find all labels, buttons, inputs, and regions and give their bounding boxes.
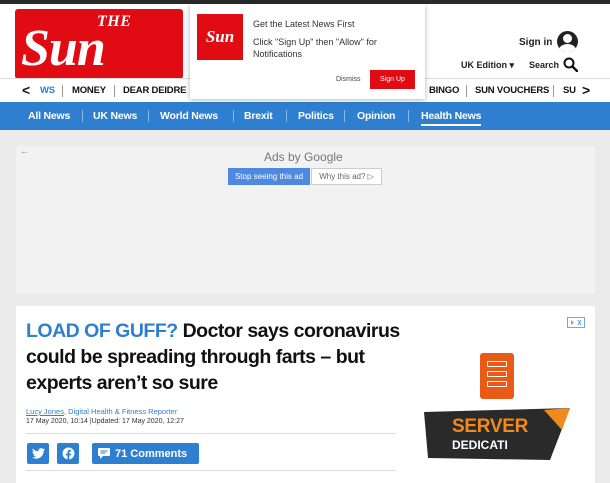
notification-sun-logo: Sun: [197, 14, 243, 60]
top-nav-item-money[interactable]: MONEY: [72, 85, 106, 96]
top-nav-item-bingo[interactable]: BINGO: [429, 85, 459, 96]
logo-sun: Sun: [21, 20, 106, 77]
ad-back-arrow-icon[interactable]: ←: [20, 146, 29, 156]
signup-button[interactable]: Sign Up: [370, 70, 415, 89]
headline-kicker: LOAD OF GUFF?: [26, 320, 178, 342]
article-headline[interactable]: LOAD OF GUFF? Doctor says coronavirus co…: [26, 318, 406, 396]
comments-count: 71 Comments: [115, 447, 188, 460]
nav-divider: [466, 85, 467, 97]
section-nav: All News UK News World News Brexit Polit…: [0, 102, 610, 130]
section-divider: [82, 110, 83, 122]
nav-prev-arrow[interactable]: <: [22, 82, 30, 98]
top-nav-item-sun-vouchers[interactable]: SUN VOUCHERS: [475, 85, 549, 96]
server-icon[interactable]: [480, 353, 514, 399]
tab-world-news[interactable]: World News: [160, 110, 218, 122]
publish-dates: 17 May 2020, 10:14 |Updated: 17 May 2020…: [26, 418, 184, 425]
user-icon[interactable]: [557, 31, 578, 52]
the-sun-logo[interactable]: THE Sun: [15, 9, 183, 79]
comments-button[interactable]: 71 Comments: [92, 443, 199, 464]
nav-next-arrow[interactable]: >: [582, 82, 590, 98]
dismiss-button[interactable]: Dismiss: [336, 76, 361, 83]
ad-choices-icon[interactable]: [567, 317, 585, 328]
tab-all-news[interactable]: All News: [28, 110, 70, 122]
notification-prompt: Sun Get the Latest News First Click "Sig…: [190, 4, 425, 99]
section-divider: [233, 110, 234, 122]
byline: Lucy Jones, Digital Health & Fitness Rep…: [26, 407, 177, 416]
search-icon[interactable]: [563, 57, 578, 72]
nav-divider: [553, 85, 554, 97]
search-label[interactable]: Search: [529, 60, 559, 70]
server-dedicati-ad[interactable]: SERVER DEDICATI: [424, 408, 570, 460]
facebook-icon: [62, 447, 74, 460]
tab-uk-news[interactable]: UK News: [93, 110, 137, 122]
notification-title: Get the Latest News First: [253, 19, 355, 29]
section-divider: [408, 110, 409, 122]
author-link[interactable]: Lucy Jones: [26, 407, 64, 416]
stop-seeing-ad-button[interactable]: Stop seeing this ad: [228, 168, 310, 185]
tab-brexit[interactable]: Brexit: [244, 110, 273, 122]
facebook-share-button[interactable]: [57, 443, 79, 464]
why-this-ad-button[interactable]: Why this ad? ▷: [311, 168, 382, 185]
tab-health-news[interactable]: Health News: [421, 110, 481, 126]
divider: [26, 470, 396, 471]
twitter-share-button[interactable]: [27, 443, 49, 464]
ad-headline: SERVER: [452, 416, 528, 437]
author-role: , Digital Health & Fitness Reporter: [63, 407, 178, 416]
nav-divider: [62, 85, 63, 97]
comment-icon: [98, 448, 110, 459]
section-divider: [148, 110, 149, 122]
tab-opinion[interactable]: Opinion: [357, 110, 395, 122]
top-nav-item-more[interactable]: SU: [563, 85, 576, 96]
nav-divider: [114, 85, 115, 97]
sign-in-link[interactable]: Sign in: [519, 37, 552, 48]
divider: [26, 433, 396, 434]
top-nav-item-dear-deidre[interactable]: DEAR DEIDRE: [123, 85, 186, 96]
ad-subline: DEDICATI: [452, 438, 508, 452]
ads-by-google-label: Ads by Google: [264, 150, 343, 164]
tab-politics[interactable]: Politics: [298, 110, 334, 122]
top-nav-item-news[interactable]: WS: [40, 85, 55, 96]
google-ad-slot: ← Ads by Google Stop seeing this ad Why …: [16, 146, 595, 294]
section-divider: [286, 110, 287, 122]
twitter-icon: [31, 448, 45, 459]
section-divider: [344, 110, 345, 122]
notification-body: Click "Sign Up" then "Allow" for Notific…: [253, 37, 377, 59]
edition-selector[interactable]: UK Edition ▾: [461, 60, 514, 71]
